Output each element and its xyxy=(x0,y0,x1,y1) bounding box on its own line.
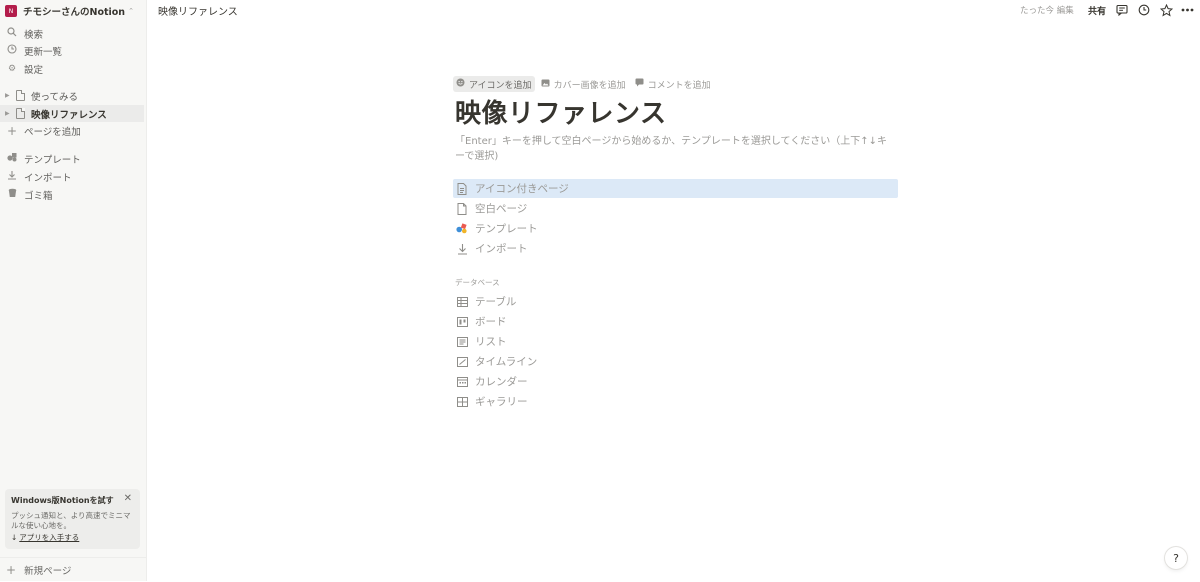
new-page-button[interactable]: + 新規ページ xyxy=(0,557,147,582)
sidebar-item-search[interactable]: 検索 xyxy=(0,25,147,42)
option-timeline[interactable]: タイムライン xyxy=(453,352,898,371)
table-icon xyxy=(455,296,469,307)
page-actions: アイコンを追加 カバー画像を追加 コメントを追加 xyxy=(453,76,717,92)
option-templates[interactable]: テンプレート xyxy=(453,219,898,238)
download-icon xyxy=(6,170,18,183)
comment-icon xyxy=(635,78,644,90)
add-icon-label: アイコンを追加 xyxy=(469,80,532,91)
sidebar-item-trash[interactable]: ゴミ箱 xyxy=(0,186,147,203)
add-page-button[interactable]: + ページを追加 xyxy=(0,122,147,139)
sidebar-item-settings[interactable]: ⚙ 設定 xyxy=(0,60,147,77)
option-table[interactable]: テーブル xyxy=(453,292,898,311)
option-page-with-icon[interactable]: アイコン付きページ xyxy=(453,179,898,198)
template-hint: 「Enter」キーを押して空白ページから始めるか、テンプレートを選択してください… xyxy=(455,136,887,162)
trash-icon xyxy=(6,188,18,201)
sidebar-item-label: 検索 xyxy=(24,29,44,41)
option-import[interactable]: インポート xyxy=(453,239,898,258)
sidebar-item-templates[interactable]: テンプレート xyxy=(0,150,147,167)
smile-icon xyxy=(456,78,465,90)
star-icon[interactable] xyxy=(1159,3,1173,17)
sidebar-item-label: ゴミ箱 xyxy=(24,190,53,202)
sidebar-page-label: 使ってみる xyxy=(31,91,79,103)
option-gallery[interactable]: ギャラリー xyxy=(453,392,898,411)
more-options-icon[interactable] xyxy=(1180,3,1194,17)
get-app-link-label: アプリを入手する xyxy=(19,533,80,542)
comments-icon[interactable] xyxy=(1115,3,1129,17)
option-label: インポート xyxy=(475,243,528,255)
page-icon xyxy=(16,90,25,101)
clock-icon xyxy=(6,44,18,57)
get-app-link[interactable]: ↓ アプリを入手する xyxy=(11,532,134,543)
promo-title: Windows版Notionを試す xyxy=(11,496,114,505)
option-label: ボード xyxy=(475,316,507,328)
page-icon xyxy=(455,182,469,195)
plus-icon: + xyxy=(6,563,17,577)
add-cover-button[interactable]: カバー画像を追加 xyxy=(538,76,629,92)
workspace-badge: N xyxy=(5,5,17,17)
sidebar-item-import[interactable]: インポート xyxy=(0,168,147,185)
option-label: リスト xyxy=(475,336,507,348)
sidebar: N チモシーさんのNotion ⌃ 検索 更新一覧 ⚙ 設定 ▶ 使ってみる ▶… xyxy=(0,0,147,581)
option-label: ギャラリー xyxy=(475,396,528,408)
option-label: テーブル xyxy=(475,296,517,308)
history-icon[interactable] xyxy=(1137,3,1151,17)
share-button[interactable]: 共有 xyxy=(1088,4,1106,17)
sidebar-page-video-reference[interactable]: ▶ 映像リファレンス xyxy=(0,105,144,122)
gear-icon: ⚙ xyxy=(7,63,17,74)
option-calendar[interactable]: カレンダー xyxy=(453,372,898,391)
last-edited-text: たった今 編集 xyxy=(1020,6,1074,16)
shapes-icon xyxy=(6,152,18,165)
new-page-label: 新規ページ xyxy=(24,566,72,577)
search-icon xyxy=(6,27,18,40)
promo-body: プッシュ通知と、より高速でミニマルな使い心地を。 xyxy=(11,511,131,530)
expand-arrow-icon[interactable]: ▶ xyxy=(5,110,13,117)
image-icon xyxy=(541,79,550,90)
workspace-name: チモシーさんのNotion xyxy=(23,7,126,18)
board-icon xyxy=(455,316,469,327)
option-label: カレンダー xyxy=(475,376,528,388)
sidebar-item-label: 設定 xyxy=(24,64,44,76)
option-label: テンプレート xyxy=(475,223,538,235)
option-board[interactable]: ボード xyxy=(453,312,898,331)
add-page-label: ページを追加 xyxy=(24,126,81,138)
database-section-label: データベース xyxy=(455,278,500,287)
sidebar-item-label: テンプレート xyxy=(24,154,81,166)
page-icon xyxy=(16,108,25,119)
option-label: アイコン付きページ xyxy=(475,183,569,195)
desktop-app-promo: Windows版Notionを試す ✕ プッシュ通知と、より高速でミニマルな使い… xyxy=(5,489,140,549)
option-blank-page[interactable]: 空白ページ xyxy=(453,199,898,218)
option-label: タイムライン xyxy=(475,356,538,368)
blank-page-icon xyxy=(455,202,469,215)
shapes-icon xyxy=(455,223,469,234)
calendar-icon xyxy=(455,376,469,387)
gallery-icon xyxy=(455,396,469,407)
breadcrumb[interactable]: 映像リファレンス xyxy=(158,3,238,18)
add-comment-button[interactable]: コメントを追加 xyxy=(632,76,714,92)
sidebar-page-label: 映像リファレンス xyxy=(31,109,107,121)
close-icon[interactable]: ✕ xyxy=(124,493,132,504)
help-button[interactable]: ? xyxy=(1165,547,1187,569)
expand-arrow-icon[interactable]: ▶ xyxy=(5,92,13,99)
download-icon xyxy=(455,243,469,255)
workspace-switcher[interactable]: N チモシーさんのNotion ⌃ xyxy=(5,3,134,19)
plus-icon: + xyxy=(6,123,18,138)
sidebar-item-label: インポート xyxy=(24,172,72,184)
add-cover-label: カバー画像を追加 xyxy=(553,80,626,91)
sidebar-item-updates[interactable]: 更新一覧 xyxy=(0,42,147,59)
chevron-updown-icon: ⌃ xyxy=(128,7,134,15)
download-arrow-icon: ↓ xyxy=(11,533,18,542)
list-icon xyxy=(455,336,469,347)
add-comment-label: コメントを追加 xyxy=(647,80,711,91)
timeline-icon xyxy=(455,356,469,367)
sidebar-item-label: 更新一覧 xyxy=(24,46,63,58)
option-list[interactable]: リスト xyxy=(453,332,898,351)
sidebar-page-getting-started[interactable]: ▶ 使ってみる xyxy=(0,87,147,104)
page-title[interactable]: 映像リファレンス xyxy=(455,93,666,130)
option-label: 空白ページ xyxy=(475,203,528,215)
add-icon-button[interactable]: アイコンを追加 xyxy=(453,76,535,92)
